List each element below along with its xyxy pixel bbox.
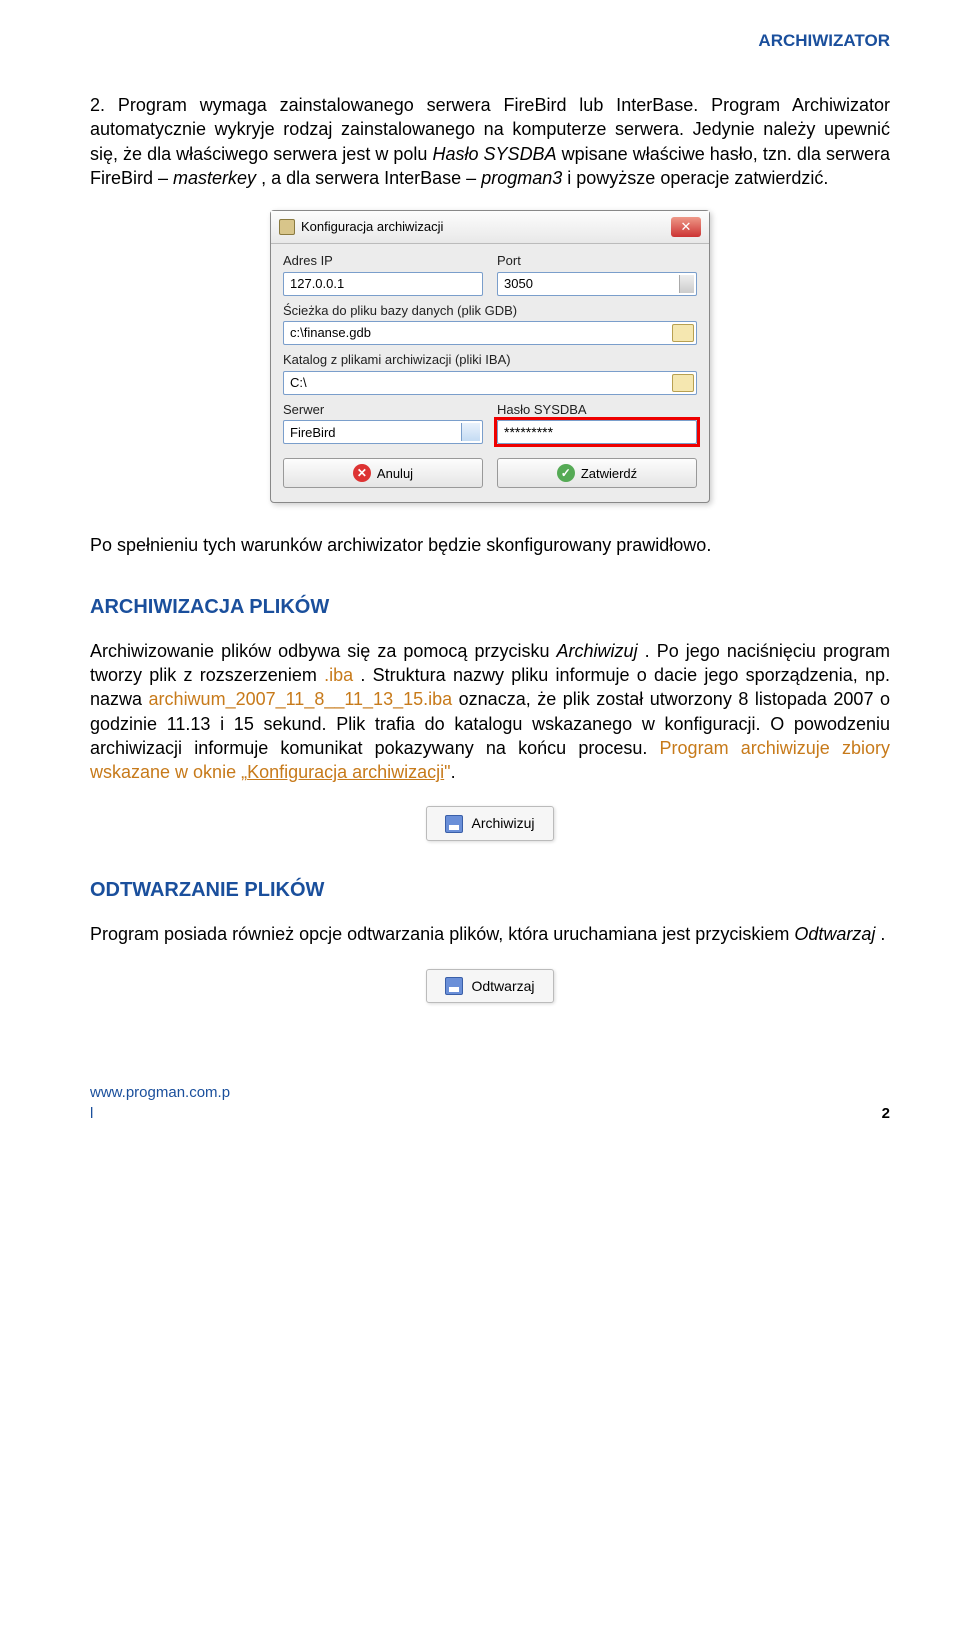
value-ref: masterkey: [173, 168, 256, 188]
confirm-label: Zatwierdź: [581, 465, 637, 483]
ext-ref: .iba: [324, 665, 353, 685]
button-ref: Odtwarzaj: [794, 924, 875, 944]
archive-button[interactable]: Archiwizuj: [426, 806, 553, 841]
confirm-button[interactable]: ✓ Zatwierdź: [497, 458, 697, 488]
restore-button[interactable]: Odtwarzaj: [426, 969, 553, 1004]
save-icon: [445, 815, 463, 833]
text: , a dla serwera InterBase –: [261, 168, 481, 188]
dialog-screenshot: Konfiguracja archiwizacji ✕ Adres IP 127…: [90, 210, 890, 503]
value-ref: progman3: [481, 168, 562, 188]
restore-button-wrap: Odtwarzaj: [90, 969, 890, 1004]
paragraph-after-dialog: Po spełnieniu tych warunków archiwizator…: [90, 533, 890, 557]
page-header: ARCHIWIZATOR: [90, 30, 890, 53]
config-link: Konfiguracja archiwizacji: [247, 762, 444, 782]
dbpath-field[interactable]: c:\finanse.gdb: [283, 321, 697, 345]
page-number: 2: [882, 1104, 890, 1124]
close-icon: ✕: [681, 218, 692, 236]
text: i powyższe operacje zatwierdzić.: [567, 168, 828, 188]
ip-field[interactable]: 127.0.0.1: [283, 272, 483, 296]
archive-button-wrap: Archiwizuj: [90, 806, 890, 841]
app-icon: [279, 219, 295, 235]
server-combo[interactable]: FireBird: [283, 420, 483, 444]
label-password: Hasło SYSDBA: [497, 401, 697, 419]
filename-ref: archiwum_2007_11_8__11_13_15.iba: [149, 689, 453, 709]
section-archive-title: ARCHIWIZACJA PLIKÓW: [90, 594, 890, 621]
paragraph-archive: Archiwizowanie plików odbywa się za pomo…: [90, 639, 890, 785]
button-ref: Archiwizuj: [557, 641, 638, 661]
password-field[interactable]: *********: [497, 420, 697, 444]
ok-icon: ✓: [557, 464, 575, 482]
label-archdir: Katalog z plikami archiwizacji (pliki IB…: [283, 351, 697, 369]
cancel-icon: ✕: [353, 464, 371, 482]
label-port: Port: [497, 252, 697, 270]
titlebar: Konfiguracja archiwizacji ✕: [271, 211, 709, 244]
port-spinner[interactable]: 3050: [497, 272, 697, 296]
label-server: Serwer: [283, 401, 483, 419]
config-dialog: Konfiguracja archiwizacji ✕ Adres IP 127…: [270, 210, 710, 503]
cancel-label: Anuluj: [377, 465, 413, 483]
paragraph-intro: 2. Program wymaga zainstalowanego serwer…: [90, 93, 890, 190]
text: Archiwizowanie plików odbywa się za pomo…: [90, 641, 557, 661]
close-button[interactable]: ✕: [671, 217, 701, 237]
archdir-field[interactable]: C:\: [283, 371, 697, 395]
section-restore-title: ODTWARZANIE PLIKÓW: [90, 877, 890, 904]
restore-icon: [445, 977, 463, 995]
label-ip: Adres IP: [283, 252, 483, 270]
text: .: [451, 762, 456, 782]
password-value: *********: [504, 423, 553, 442]
cancel-button[interactable]: ✕ Anuluj: [283, 458, 483, 488]
restore-button-label: Odtwarzaj: [471, 977, 534, 996]
text: .: [880, 924, 885, 944]
archive-button-label: Archiwizuj: [471, 814, 534, 833]
footer-url-line1: www.progman.com.p: [90, 1083, 230, 1103]
footer-url-line2: l: [90, 1104, 230, 1124]
text: Program posiada również opcje odtwarzani…: [90, 924, 794, 944]
field-ref: Hasło SYSDBA: [432, 144, 556, 164]
label-dbpath: Ścieżka do pliku bazy danych (plik GDB): [283, 302, 697, 320]
footer-url: www.progman.com.p l: [90, 1083, 230, 1124]
page-footer: www.progman.com.p l 2: [90, 1083, 890, 1124]
paragraph-restore: Program posiada również opcje odtwarzani…: [90, 922, 890, 946]
dialog-title: Konfiguracja archiwizacji: [301, 218, 443, 236]
